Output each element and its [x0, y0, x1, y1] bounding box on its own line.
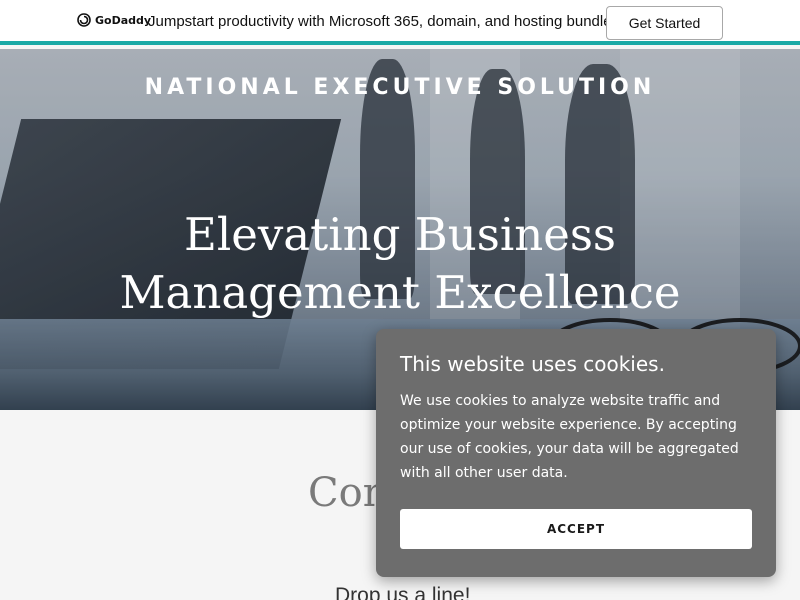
cookie-banner-title: This website uses cookies.	[400, 352, 665, 376]
godaddy-logo-text: GoDaddy	[95, 13, 152, 27]
hero-headline: Elevating Business Management Excellence	[119, 208, 681, 319]
godaddy-logo-icon	[77, 13, 91, 27]
contact-subheading: Drop us a line!	[335, 584, 471, 600]
cookie-banner: This website uses cookies. We use cookie…	[376, 329, 776, 577]
get-started-button[interactable]: Get Started	[606, 6, 723, 40]
godaddy-logo[interactable]: GoDaddy	[76, 12, 151, 28]
accept-cookies-button[interactable]: ACCEPT	[400, 509, 752, 549]
promo-bar: GoDaddy Jumpstart productivity with Micr…	[0, 0, 800, 45]
cookie-banner-body: We use cookies to analyze website traffi…	[400, 393, 739, 481]
promo-message: Jumpstart productivity with Microsoft 36…	[148, 13, 616, 30]
site-brand-title[interactable]: NATIONAL EXECUTIVE SOLUTION	[0, 75, 800, 100]
